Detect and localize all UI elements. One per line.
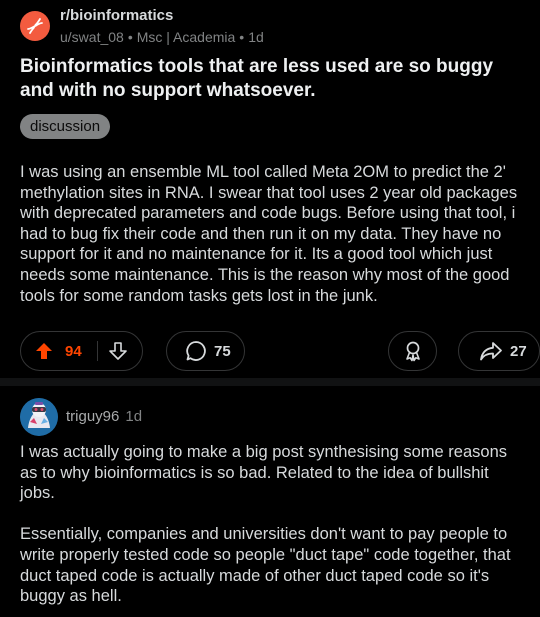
comment-body: I was actually going to make a big post … xyxy=(20,442,525,607)
post-header: r/bioinformatics u/swat_08 • Msc | Academi… xyxy=(20,6,264,46)
post-meta: u/swat_08 • Msc | Academia • 1d xyxy=(60,28,264,46)
award-icon xyxy=(402,340,424,362)
meta-separator: • xyxy=(239,28,245,45)
dna-icon xyxy=(27,18,43,34)
subreddit-name[interactable]: r/bioinformatics xyxy=(60,7,264,25)
comment-bubble-icon xyxy=(185,340,207,362)
comment-count: 75 xyxy=(214,342,231,360)
vote-pill: 94 xyxy=(20,331,143,371)
post-actions: 94 75 27 xyxy=(20,331,540,371)
comment-meta: triguy96 1d xyxy=(66,408,142,425)
comment-age: 1d xyxy=(125,408,143,425)
commenter-avatar[interactable] xyxy=(20,398,58,436)
section-divider xyxy=(0,378,540,386)
post-body: I was using an ensemble ML tool called M… xyxy=(20,163,518,305)
post-age: 1d xyxy=(248,28,264,45)
share-button[interactable]: 27 xyxy=(458,331,540,371)
upvote-arrow-icon[interactable] xyxy=(34,341,54,361)
author-flair: Msc | Academia xyxy=(136,28,236,45)
meta-separator: • xyxy=(127,28,133,45)
subreddit-avatar[interactable] xyxy=(20,11,50,41)
downvote-arrow-icon[interactable] xyxy=(108,341,128,361)
vote-divider xyxy=(96,341,98,361)
vote-score: 94 xyxy=(65,342,82,360)
post-flair[interactable]: discussion xyxy=(20,114,111,139)
award-button[interactable] xyxy=(388,331,437,371)
post-title: Bioinformatics tools that are less used … xyxy=(20,56,494,101)
comment-paragraph: Essentially, companies and universities … xyxy=(20,525,511,606)
post: r/bioinformatics u/swat_08 • Msc | Academi… xyxy=(0,0,540,378)
comment: triguy96 1d I was actually going to make … xyxy=(0,386,540,617)
comment-paragraph: I was actually going to make a big post … xyxy=(20,443,508,503)
comments-button[interactable]: 75 xyxy=(166,331,245,371)
share-count: 27 xyxy=(510,342,527,360)
comment-author[interactable]: triguy96 xyxy=(66,408,119,425)
post-author[interactable]: u/swat_08 xyxy=(60,29,124,45)
share-arrow-icon xyxy=(479,340,503,362)
